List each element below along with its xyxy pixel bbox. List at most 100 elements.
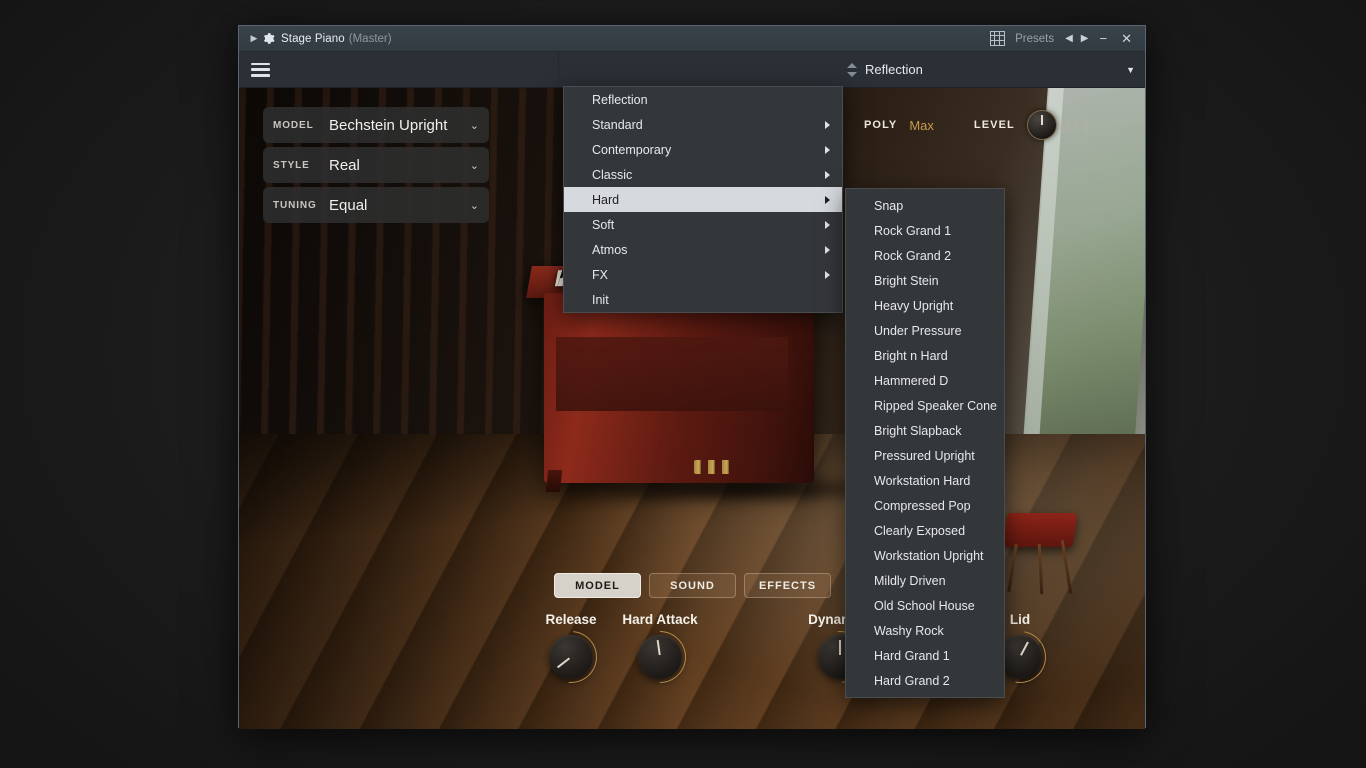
window-title: Stage Piano <box>281 33 345 45</box>
menu-item-atmos[interactable]: Atmos <box>564 237 842 262</box>
piano-front-panel <box>556 337 788 411</box>
submenu-item[interactable]: Rock Grand 2 <box>846 243 1004 268</box>
title-bar: ▶ Stage Piano (Master) Presets ◀ ▶ − ✕ <box>239 26 1145 52</box>
preset-dropdown[interactable]: Reflection ▼ <box>865 52 1145 87</box>
preset-prev-button[interactable]: ◀ <box>1061 33 1077 44</box>
submenu-arrow-icon <box>825 196 830 204</box>
stepper-up-icon[interactable] <box>847 63 857 68</box>
window-title-suffix: (Master) <box>349 33 392 45</box>
menu-cell <box>239 52 559 87</box>
preset-next-button[interactable]: ▶ <box>1077 33 1093 44</box>
menu-item-fx[interactable]: FX <box>564 262 842 287</box>
air-brand-logo: air <box>1059 113 1095 139</box>
minimize-button[interactable]: − <box>1093 31 1115 46</box>
chevron-down-icon: ⌄ <box>470 199 479 212</box>
menu-item-label: Reflection <box>592 93 648 107</box>
submenu-item[interactable]: Mildly Driven <box>846 568 1004 593</box>
menu-item-label: FX <box>592 268 608 282</box>
submenu-item[interactable]: Pressured Upright <box>846 443 1004 468</box>
menu-item-label: Classic <box>592 168 632 182</box>
knob-release-dial[interactable] <box>549 635 593 679</box>
submenu-item[interactable]: Hard Grand 2 <box>846 668 1004 693</box>
submenu-item[interactable]: Bright Stein <box>846 268 1004 293</box>
poly-label: POLY <box>864 119 897 131</box>
menu-item-classic[interactable]: Classic <box>564 162 842 187</box>
menu-item-label: Init <box>592 293 609 307</box>
submenu-arrow-icon <box>825 271 830 279</box>
plugin-toolbar: Reflection ▼ <box>239 52 1145 88</box>
piano-stool <box>1003 513 1078 547</box>
knob-release-label: Release <box>526 612 616 627</box>
submenu-item[interactable]: Bright Slapback <box>846 418 1004 443</box>
submenu-item[interactable]: Bright n Hard <box>846 343 1004 368</box>
grid-view-icon[interactable] <box>990 31 1005 46</box>
menu-item-label: Standard <box>592 118 643 132</box>
submenu-arrow-icon <box>825 221 830 229</box>
submenu-item[interactable]: Washy Rock <box>846 618 1004 643</box>
menu-item-hard[interactable]: Hard <box>564 187 842 212</box>
tab-model[interactable]: MODEL <box>554 573 641 598</box>
knob-hard-attack: Hard Attack <box>615 612 705 679</box>
submenu-arrow-icon <box>825 121 830 129</box>
preset-category-menu: Reflection Standard Contemporary Classic… <box>563 86 843 313</box>
piano-pedals <box>694 460 736 474</box>
submenu-arrow-icon <box>825 171 830 179</box>
tuning-selector-value: Equal <box>329 197 464 214</box>
menu-item-label: Atmos <box>592 243 627 257</box>
poly-level-group: POLY Max LEVEL <box>864 110 1057 140</box>
chevron-down-icon: ▼ <box>1126 65 1135 75</box>
submenu-item[interactable]: Compressed Pop <box>846 493 1004 518</box>
expand-arrow-icon[interactable]: ▶ <box>247 34 261 43</box>
menu-item-label: Contemporary <box>592 143 671 157</box>
menu-item-label: Hard <box>592 193 619 207</box>
style-selector[interactable]: STYLE Real ⌄ <box>263 147 489 183</box>
tuning-selector-label: TUNING <box>273 200 329 211</box>
menu-item-init[interactable]: Init <box>564 287 842 312</box>
knob-hard-attack-label: Hard Attack <box>615 612 705 627</box>
tab-effects[interactable]: EFFECTS <box>744 573 831 598</box>
section-tabs: MODEL SOUND EFFECTS <box>554 573 831 598</box>
presets-label[interactable]: Presets <box>1015 33 1054 45</box>
piano-leg <box>546 470 562 492</box>
style-selector-value: Real <box>329 157 464 174</box>
submenu-item[interactable]: Old School House <box>846 593 1004 618</box>
submenu-item[interactable]: Hammered D <box>846 368 1004 393</box>
knob-release: Release <box>526 612 616 679</box>
hard-presets-submenu: Snap Rock Grand 1 Rock Grand 2 Bright St… <box>845 188 1005 698</box>
desktop-background: ▶ Stage Piano (Master) Presets ◀ ▶ − ✕ <box>0 0 1366 768</box>
menu-item-contemporary[interactable]: Contemporary <box>564 137 842 162</box>
title-bar-controls: Presets ◀ ▶ − ✕ <box>990 31 1145 47</box>
model-selector-value: Bechstein Upright <box>329 117 464 134</box>
model-selector-label: MODEL <box>273 120 329 131</box>
level-knob[interactable] <box>1027 110 1057 140</box>
poly-value[interactable]: Max <box>909 118 934 133</box>
submenu-item[interactable]: Workstation Upright <box>846 543 1004 568</box>
tuning-selector[interactable]: TUNING Equal ⌄ <box>263 187 489 223</box>
menu-item-soft[interactable]: Soft <box>564 212 842 237</box>
knob-hard-attack-dial[interactable] <box>638 635 682 679</box>
submenu-item[interactable]: Snap <box>846 193 1004 218</box>
menu-item-standard[interactable]: Standard <box>564 112 842 137</box>
menu-item-reflection[interactable]: Reflection <box>564 87 842 112</box>
submenu-item[interactable]: Clearly Exposed <box>846 518 1004 543</box>
piano-body <box>544 293 814 483</box>
chevron-down-icon: ⌄ <box>470 119 479 132</box>
submenu-item[interactable]: Under Pressure <box>846 318 1004 343</box>
submenu-item[interactable]: Heavy Upright <box>846 293 1004 318</box>
tab-sound[interactable]: SOUND <box>649 573 736 598</box>
model-selectors: MODEL Bechstein Upright ⌄ STYLE Real ⌄ T… <box>263 107 489 227</box>
submenu-item[interactable]: Rock Grand 1 <box>846 218 1004 243</box>
stepper-down-icon[interactable] <box>847 72 857 77</box>
submenu-item[interactable]: Ripped Speaker Cone <box>846 393 1004 418</box>
model-selector[interactable]: MODEL Bechstein Upright ⌄ <box>263 107 489 143</box>
menu-item-label: Soft <box>592 218 614 232</box>
submenu-item[interactable]: Workstation Hard <box>846 468 1004 493</box>
preset-spinner-cell <box>559 52 865 87</box>
level-label: LEVEL <box>974 119 1015 131</box>
close-button[interactable]: ✕ <box>1114 31 1139 47</box>
gear-icon[interactable] <box>261 32 275 46</box>
submenu-item[interactable]: Hard Grand 1 <box>846 643 1004 668</box>
hamburger-icon[interactable] <box>251 63 270 77</box>
preset-current-name: Reflection <box>865 62 923 77</box>
preset-stepper[interactable] <box>847 63 857 77</box>
